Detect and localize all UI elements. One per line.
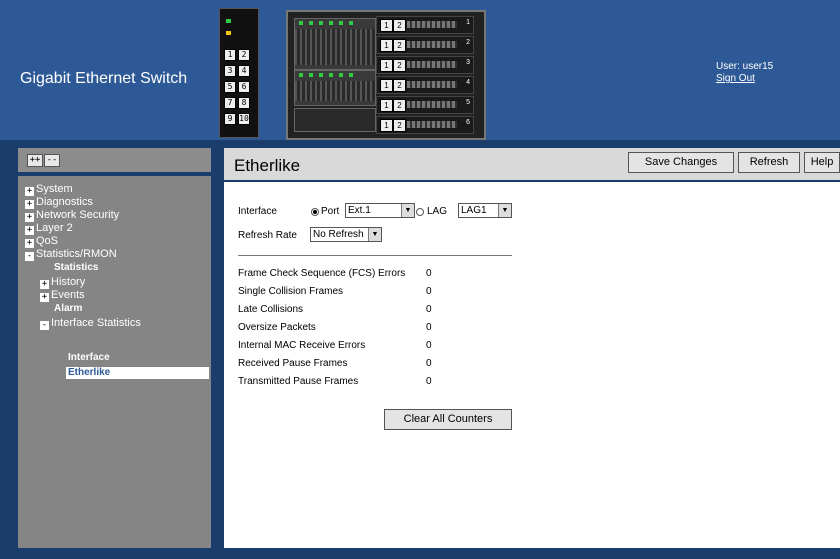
switch-module[interactable]: 125 — [376, 96, 474, 114]
stat-label: Transmitted Pause Frames — [238, 376, 359, 387]
tree-item-layer2[interactable]: + Layer 2 — [25, 222, 73, 235]
expand-icon[interactable]: + — [25, 187, 34, 196]
tree-toolbar: ++ -- — [18, 148, 211, 172]
port-icon[interactable]: 7 — [224, 97, 236, 109]
expand-all-button[interactable]: ++ — [27, 154, 43, 167]
brand-title: Gigabit Ethernet Switch — [20, 70, 188, 87]
expand-icon[interactable]: + — [25, 239, 34, 248]
divider — [238, 255, 512, 256]
tree-item-qos[interactable]: + QoS — [25, 235, 58, 248]
stat-label: Late Collisions — [238, 304, 304, 315]
chevron-down-icon: ▼ — [401, 204, 414, 217]
port-icon[interactable]: 10 — [238, 113, 250, 125]
switch-module[interactable]: 121 — [376, 16, 474, 34]
refresh-rate-select[interactable]: No Refresh ▼ — [310, 227, 382, 242]
page-title: Etherlike — [234, 156, 301, 175]
port-icon[interactable]: 1 — [224, 49, 236, 61]
server-blade — [294, 108, 376, 132]
port-radio[interactable] — [311, 208, 319, 216]
switch-panel-image: 1 2 3 4 5 6 7 8 9 10 — [219, 8, 259, 138]
port-label: Port — [321, 206, 340, 217]
chevron-down-icon: ▼ — [498, 204, 511, 217]
stat-label: Frame Check Sequence (FCS) Errors — [238, 268, 406, 279]
port-icon[interactable]: 2 — [238, 49, 250, 61]
collapse-all-button[interactable]: -- — [44, 154, 60, 167]
lag-label: LAG — [427, 206, 448, 217]
tree-item-network-security[interactable]: + Network Security — [25, 209, 119, 222]
switch-module[interactable]: 123 — [376, 56, 474, 74]
port-select[interactable]: Ext.1 ▼ — [345, 203, 415, 218]
stat-value: 0 — [426, 286, 432, 297]
stat-label: Single Collision Frames — [238, 286, 344, 297]
port-icon[interactable]: 3 — [224, 65, 236, 77]
stat-label: Received Pause Frames — [238, 358, 348, 369]
lag-select[interactable]: LAG1 ▼ — [458, 203, 512, 218]
status-led — [226, 19, 231, 23]
stat-value: 0 — [426, 358, 432, 369]
interface-label: Interface — [238, 206, 277, 217]
collapse-icon[interactable]: - — [40, 321, 49, 330]
tree-item-diagnostics[interactable]: + Diagnostics — [25, 196, 93, 209]
stat-value: 0 — [426, 340, 432, 351]
port-icon[interactable]: 4 — [238, 65, 250, 77]
switch-module[interactable]: 124 — [376, 76, 474, 94]
tree-item-history[interactable]: + History — [40, 276, 85, 289]
tree-item-interface[interactable]: Interface — [68, 352, 110, 364]
tree-item-system[interactable]: + System — [25, 183, 73, 196]
tree-item-events[interactable]: + Events — [40, 289, 85, 302]
refresh-button[interactable]: Refresh — [738, 152, 800, 173]
main-content: Interface Port Ext.1 ▼ LAG LAG1 ▼ Refresh … — [224, 182, 840, 548]
stat-value: 0 — [426, 268, 432, 279]
collapse-icon[interactable]: - — [25, 252, 34, 261]
stat-label: Internal MAC Receive Errors — [238, 340, 366, 351]
tree-item-statistics-rmon[interactable]: - Statistics/RMON — [25, 248, 117, 261]
server-blade — [294, 18, 376, 70]
user-label: User: user15 — [716, 61, 774, 72]
tree-item-interface-statistics[interactable]: - Interface Statistics — [40, 317, 141, 330]
refresh-rate-label: Refresh Rate — [238, 230, 297, 241]
status-led — [226, 31, 231, 35]
clear-all-counters-button[interactable]: Clear All Counters — [384, 409, 512, 430]
header-banner: Gigabit Ethernet Switch 1 2 3 4 5 6 7 8 … — [0, 0, 840, 140]
stat-value: 0 — [426, 304, 432, 315]
tree-item-statistics[interactable]: Statistics — [54, 262, 98, 274]
switch-module[interactable]: 122 — [376, 36, 474, 54]
help-button[interactable]: Help — [804, 152, 840, 173]
port-icon[interactable]: 5 — [224, 81, 236, 93]
stat-label: Oversize Packets — [238, 322, 316, 333]
lag-radio[interactable] — [416, 208, 424, 216]
expand-icon[interactable]: + — [40, 293, 49, 302]
expand-icon[interactable]: + — [25, 226, 34, 235]
port-icon[interactable]: 8 — [238, 97, 250, 109]
chassis-image: 121 122 123 124 125 126 — [286, 10, 486, 140]
stat-value: 0 — [426, 322, 432, 333]
page-toolbar: Etherlike Save Changes Refresh Help — [224, 148, 840, 180]
tree-item-etherlike[interactable]: Etherlike — [66, 367, 209, 379]
switch-module[interactable]: 126 — [376, 116, 474, 134]
stat-value: 0 — [426, 376, 432, 387]
sign-out-link[interactable]: Sign Out — [716, 73, 755, 84]
chevron-down-icon: ▼ — [368, 228, 381, 241]
expand-icon[interactable]: + — [25, 200, 34, 209]
tree-item-alarm[interactable]: Alarm — [54, 303, 82, 315]
port-icon[interactable]: 9 — [224, 113, 236, 125]
server-blade — [294, 70, 376, 106]
port-icon[interactable]: 6 — [238, 81, 250, 93]
expand-icon[interactable]: + — [40, 280, 49, 289]
nav-tree: + System + Diagnostics + Network Security +… — [18, 176, 211, 548]
expand-icon[interactable]: + — [25, 213, 34, 222]
user-box: User: user15 Sign Out — [716, 61, 773, 85]
save-changes-button[interactable]: Save Changes — [628, 152, 734, 173]
